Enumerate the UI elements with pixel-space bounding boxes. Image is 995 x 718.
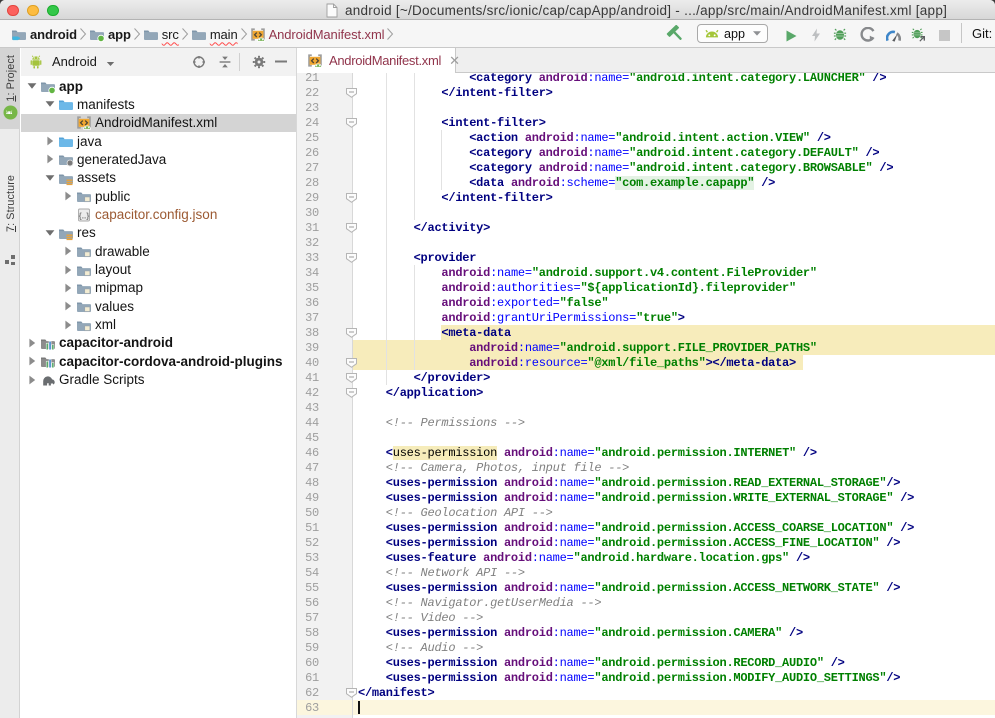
svg-text:{..}: {..} bbox=[79, 211, 90, 220]
